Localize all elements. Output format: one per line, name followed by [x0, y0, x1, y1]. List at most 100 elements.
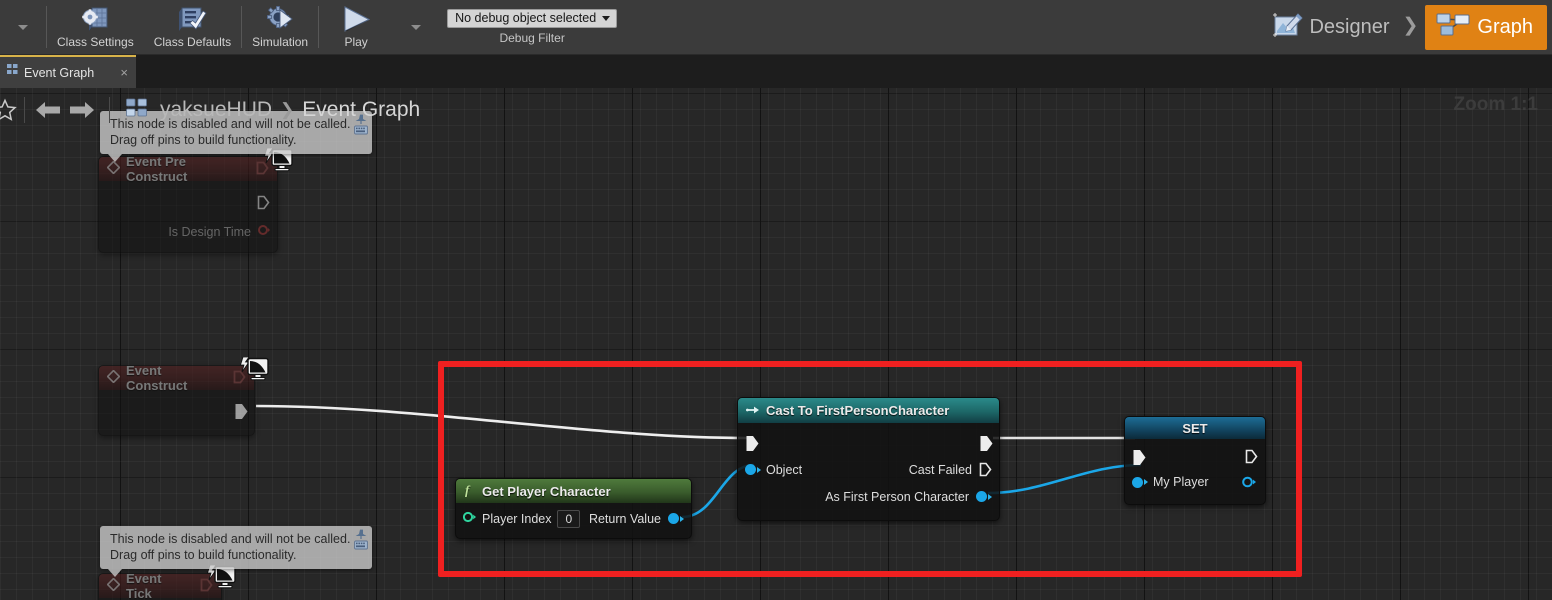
node-pin-row: My Player — [1125, 469, 1265, 495]
node-output-row: Is Design Time — [99, 219, 277, 244]
node-exec-row — [99, 396, 254, 424]
node-title: Event Construct — [126, 363, 188, 393]
main-toolbar: Class Settings Class Defaults Simulation… — [0, 0, 1552, 55]
class-defaults-label: Class Defaults — [153, 35, 232, 49]
node-title: SET — [1182, 420, 1208, 436]
node-title: Event Pre Construct — [126, 154, 188, 184]
pin-label-is-design-time: Is Design Time — [168, 224, 251, 239]
cast-failed-exec-pin[interactable] — [979, 462, 992, 477]
back-arrow-icon[interactable] — [31, 94, 65, 126]
chevron-down-icon — [411, 24, 422, 30]
node-title: Cast To FirstPersonCharacter — [766, 403, 950, 418]
debug-filter-group: No debug object selected Debug Filter — [439, 0, 625, 54]
zoom-level-label: Zoom 1:1 — [1453, 94, 1538, 115]
tooltip-line-1: This node is disabled and will not be ca… — [110, 532, 351, 546]
event-graph-canvas[interactable]: Event Pre Construct Is Design Time Event… — [0, 88, 1552, 600]
simulation-button[interactable]: Simulation — [242, 0, 318, 54]
designer-mode-button[interactable]: Designer — [1265, 6, 1395, 49]
node-set-my-player[interactable]: SET My Player — [1124, 416, 1266, 505]
node-exec-row — [99, 185, 277, 219]
event-node-icon — [106, 369, 121, 386]
node-cast-to-firstpersoncharacter[interactable]: Cast To FirstPersonCharacter Object Cast… — [737, 397, 1000, 521]
node-get-player-character[interactable]: f Get Player Character Player Index 0 Re… — [455, 478, 692, 539]
node-header: SET — [1125, 417, 1265, 439]
mode-switcher: Designer ❯ Graph — [1265, 0, 1552, 54]
exec-in-pin[interactable] — [745, 435, 759, 451]
boolean-pin[interactable] — [258, 223, 270, 241]
breadcrumb-divider — [24, 97, 25, 123]
object-input-pin[interactable] — [462, 510, 477, 528]
play-label: Play — [344, 35, 368, 49]
breadcrumb-item-graph: Event Graph — [302, 98, 421, 121]
node-event-tick[interactable]: Event Tick — [98, 571, 222, 600]
exec-out-pin[interactable] — [1245, 449, 1258, 464]
node-header: Event Construct — [99, 363, 254, 393]
class-settings-label: Class Settings — [57, 35, 134, 49]
exec-out-pin[interactable] — [234, 403, 248, 419]
exec-in-pin[interactable] — [1132, 449, 1146, 465]
tooltip-icons — [354, 529, 368, 550]
debug-filter-label: Debug Filter — [499, 31, 565, 45]
node-header: Event Pre Construct — [99, 154, 277, 184]
event-node-icon — [106, 160, 121, 177]
class-defaults-button[interactable]: Class Defaults — [144, 0, 241, 54]
simulation-icon — [265, 4, 295, 34]
node-disabled-badge — [239, 356, 270, 383]
favorite-star-icon[interactable] — [0, 98, 18, 122]
node-event-pre-construct[interactable]: Event Pre Construct Is Design Time — [98, 154, 278, 253]
play-icon — [339, 4, 373, 34]
breadcrumb-divider-2 — [109, 97, 110, 123]
keyboard-tooltip-icon — [354, 125, 368, 135]
debug-object-select[interactable]: No debug object selected — [447, 9, 618, 28]
class-settings-button[interactable]: Class Settings — [47, 0, 144, 54]
tab-label: Event Graph — [24, 65, 95, 80]
as-first-person-character-pin[interactable] — [976, 491, 992, 502]
play-button[interactable]: Play — [319, 0, 393, 54]
mode-separator: ❯ — [1402, 15, 1419, 36]
function-f-icon: f — [464, 482, 476, 500]
blueprint-graph-icon — [126, 98, 148, 123]
node-event-construct[interactable]: Event Construct — [98, 363, 255, 436]
graph-icon — [1435, 11, 1471, 44]
pin-label-player-index: Player Index — [482, 511, 552, 526]
breadcrumb-item-blueprint[interactable]: yaksueHUD — [160, 98, 272, 122]
tooltip-line-2: Drag off pins to build functionality. — [110, 133, 297, 147]
pin-label-cast-failed: Cast Failed — [908, 462, 972, 477]
close-icon[interactable]: × — [118, 65, 130, 80]
class-defaults-icon — [177, 4, 207, 34]
tooltip-disabled-node-bottom: This node is disabled and will not be ca… — [100, 526, 372, 577]
graph-mode-label: Graph — [1477, 15, 1533, 38]
node-pin-row: Object Cast Failed — [738, 456, 999, 483]
pin-label-return-value: Return Value — [588, 511, 661, 526]
forward-arrow-icon[interactable] — [65, 94, 99, 126]
chevron-down-icon — [602, 15, 611, 21]
svg-text:f: f — [465, 483, 471, 497]
chevron-down-icon — [18, 24, 28, 30]
breadcrumb: yaksueHUD ❯ Event Graph — [126, 98, 420, 123]
tab-event-graph[interactable]: Event Graph × — [0, 55, 136, 88]
object-input-pin[interactable] — [745, 464, 761, 475]
class-settings-icon — [80, 4, 110, 34]
node-header: f Get Player Character — [456, 479, 691, 503]
graph-tab-icon — [7, 63, 18, 82]
node-header: Event Tick — [99, 571, 221, 600]
node-title: Event Tick — [126, 571, 162, 600]
node-exec-row — [1125, 443, 1265, 469]
tooltip-tail — [108, 154, 122, 162]
play-mode-dropdown[interactable] — [393, 0, 439, 54]
exec-out-pin[interactable] — [979, 435, 993, 451]
event-node-icon — [106, 577, 121, 594]
tooltip-line-2: Drag off pins to build functionality. — [110, 548, 297, 562]
pin-label-my-player: My Player — [1153, 475, 1209, 489]
my-player-input-pin[interactable] — [1132, 476, 1148, 488]
node-exec-row — [738, 428, 999, 456]
my-player-output-pin[interactable] — [1242, 476, 1258, 488]
return-value-pin[interactable] — [668, 513, 684, 524]
toolbar-overflow-dropdown[interactable] — [0, 0, 46, 54]
exec-out-pin[interactable] — [257, 195, 270, 210]
node-title: Get Player Character — [482, 483, 611, 499]
graph-mode-button[interactable]: Graph — [1425, 4, 1547, 50]
player-index-input[interactable]: 0 — [557, 509, 581, 528]
keyboard-tooltip-icon — [354, 540, 368, 550]
designer-icon — [1271, 10, 1305, 45]
